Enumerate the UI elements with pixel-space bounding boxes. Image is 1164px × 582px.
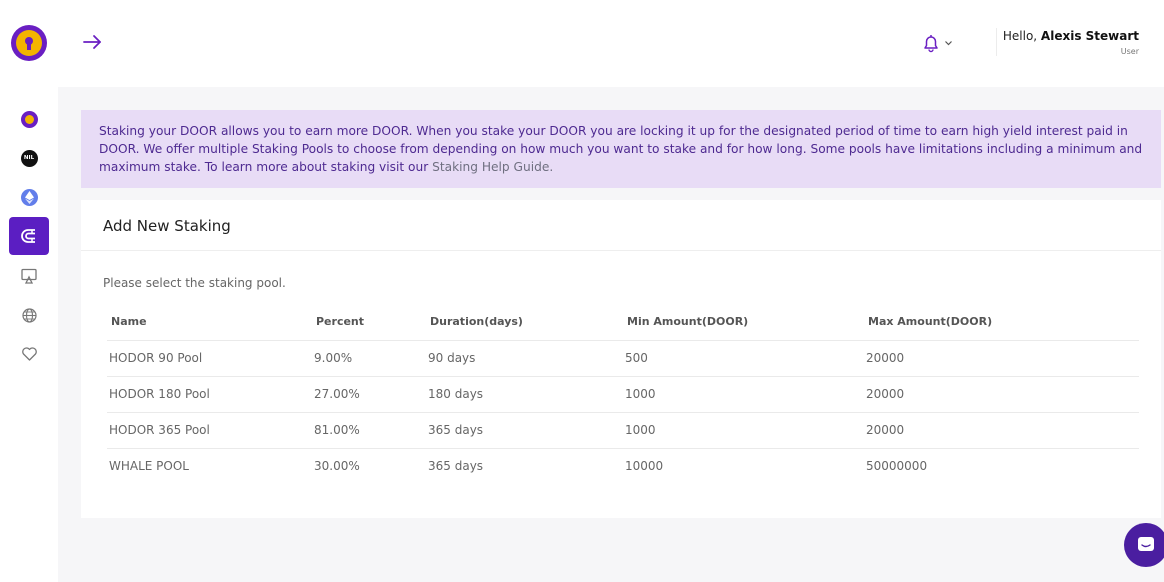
add-staking-card: Add New Staking Please select the stakin…	[81, 200, 1161, 518]
nil-coin-icon: NIL	[20, 149, 38, 167]
user-name: Alexis Stewart	[1040, 29, 1139, 43]
chat-support-button[interactable]	[1124, 523, 1164, 567]
staking-pools-table: Name Percent Duration(days) Min Amount(D…	[107, 304, 1139, 484]
sidebar-item-eth[interactable]	[9, 178, 49, 216]
sidebar-item-nil[interactable]: NIL	[9, 139, 49, 177]
sidebar-item-globe[interactable]	[9, 296, 49, 334]
pool-min-amount: 1000	[623, 412, 864, 449]
table-row[interactable]: HODOR 365 Pool 81.00% 365 days 1000 2000…	[107, 412, 1139, 449]
pool-max-amount: 20000	[864, 412, 1139, 449]
user-greeting: Hello, Alexis Stewart	[1003, 29, 1139, 43]
sidebar-item-favorites[interactable]	[9, 335, 49, 373]
col-header-min-amount: Min Amount(DOOR)	[623, 304, 864, 341]
col-header-name: Name	[107, 304, 312, 341]
eth-coin-icon	[20, 188, 38, 206]
pool-duration: 90 days	[426, 340, 623, 377]
table-row[interactable]: WHALE POOL 30.00% 365 days 10000 5000000…	[107, 448, 1139, 484]
pool-max-amount: 50000000	[866, 459, 928, 474]
pool-name: HODOR 180 Pool	[107, 376, 312, 413]
user-menu[interactable]: Hello, Alexis Stewart User	[1003, 29, 1139, 56]
col-header-max-amount: Max Amount(DOOR)	[864, 304, 1139, 341]
notifications-button[interactable]	[920, 32, 956, 54]
pool-min-amount: 10000	[625, 459, 664, 474]
table-header-row: Name Percent Duration(days) Min Amount(D…	[107, 304, 1139, 341]
header-divider	[996, 28, 997, 56]
sidebar: NIL	[0, 0, 58, 582]
pool-percent: 27.00%	[312, 376, 426, 413]
pool-min-amount: 500	[623, 340, 864, 377]
staking-info-banner: Staking your DOOR allows you to earn mor…	[81, 110, 1161, 188]
chat-icon	[1138, 537, 1154, 551]
heart-icon	[21, 347, 37, 361]
table-row[interactable]: HODOR 180 Pool 27.00% 180 days 1000 2000…	[107, 376, 1139, 413]
pool-percent: 30.00%	[314, 459, 360, 474]
globe-icon	[21, 307, 37, 323]
app-logo[interactable]	[11, 25, 47, 61]
sidebar-item-staking[interactable]	[9, 217, 49, 255]
magnet-icon	[21, 229, 35, 243]
pool-name: WHALE POOL	[109, 459, 189, 474]
pool-duration: 365 days	[428, 459, 484, 474]
card-subtitle: Please select the staking pool.	[103, 276, 286, 290]
table-row[interactable]: HODOR 90 Pool 9.00% 90 days 500 20000	[107, 340, 1139, 377]
card-divider	[81, 250, 1161, 251]
sidebar-item-presentation[interactable]	[9, 257, 49, 295]
door-coin-icon	[20, 110, 38, 128]
greeting-prefix: Hello,	[1002, 29, 1041, 43]
pool-percent: 9.00%	[312, 340, 426, 377]
col-header-percent: Percent	[312, 304, 426, 341]
presentation-icon	[21, 268, 37, 284]
pool-max-amount: 20000	[864, 376, 1139, 413]
user-role: User	[1120, 47, 1139, 56]
pool-min-amount: 1000	[623, 376, 864, 413]
main-content: Staking your DOOR allows you to earn mor…	[58, 87, 1164, 582]
banner-text: Staking your DOOR allows you to earn mor…	[99, 124, 1143, 174]
top-header: Hello, Alexis Stewart User	[58, 0, 1164, 87]
pool-name: HODOR 365 Pool	[107, 412, 312, 449]
bell-icon	[924, 35, 938, 53]
pool-duration: 365 days	[426, 412, 623, 449]
col-header-duration: Duration(days)	[426, 304, 623, 341]
chevron-down-icon	[945, 41, 952, 46]
staking-help-guide-link[interactable]: Staking Help Guide.	[432, 160, 553, 174]
pool-duration: 180 days	[426, 376, 623, 413]
pool-name: HODOR 90 Pool	[107, 340, 312, 377]
expand-sidebar-arrow-icon[interactable]	[82, 32, 104, 52]
pool-max-amount: 20000	[864, 340, 1139, 377]
pool-percent: 81.00%	[312, 412, 426, 449]
card-title: Add New Staking	[103, 217, 231, 235]
sidebar-item-door[interactable]	[9, 100, 49, 138]
